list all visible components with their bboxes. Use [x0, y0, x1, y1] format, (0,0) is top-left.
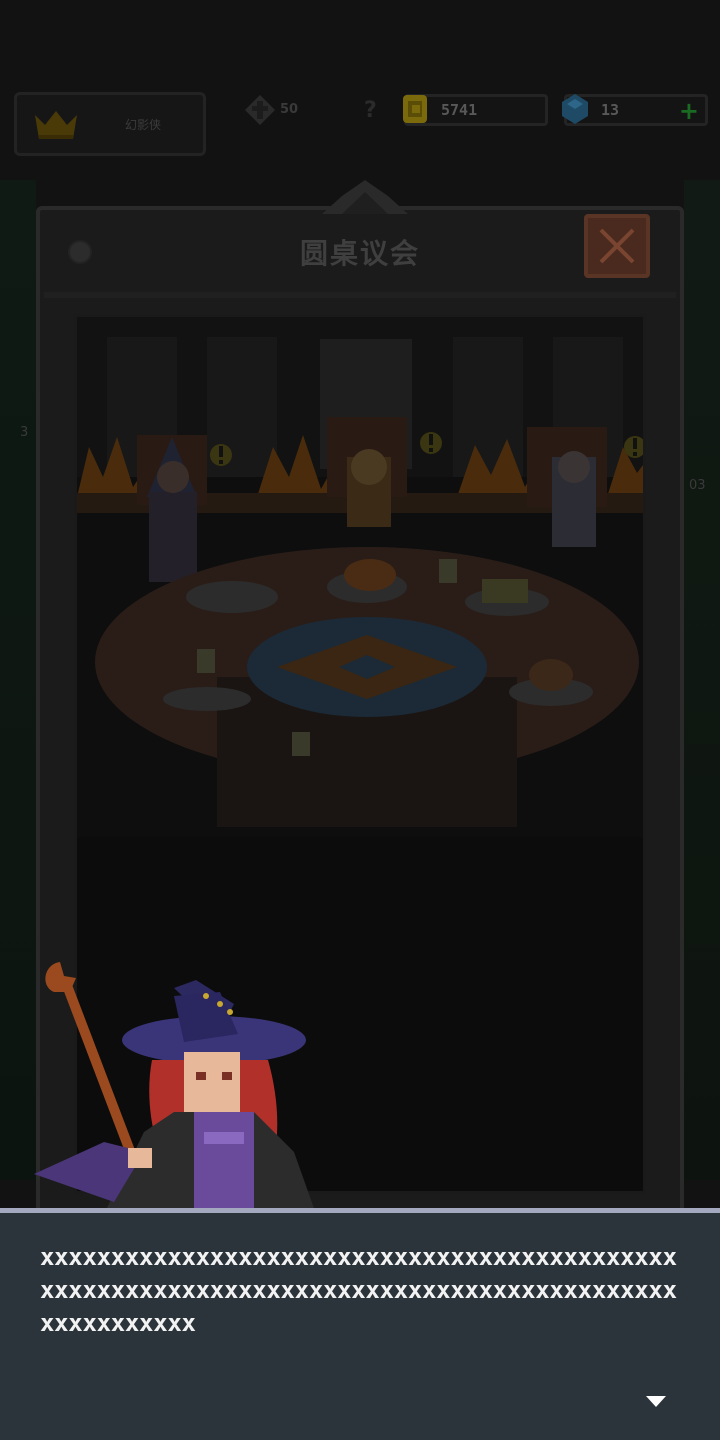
exclamation-icon: [210, 444, 232, 466]
dialog-box[interactable]: xxxxxxxxxxxxxxxxxxxxxxxxxxxxxxxxxxxxxxxx…: [0, 1208, 720, 1440]
witch-portrait: [34, 962, 316, 1214]
gem-counter[interactable]: 13 +: [562, 94, 708, 126]
gold-value: 5741: [441, 101, 478, 119]
gem-value: 13: [601, 101, 620, 119]
exclamation-icon: [624, 436, 643, 458]
player-badge[interactable]: 幻影侠: [14, 92, 206, 156]
right-side-panel: [684, 180, 720, 1180]
modal-divider: [44, 292, 676, 298]
power-indicator[interactable]: 50 ?: [244, 94, 394, 134]
player-name: 幻影侠: [125, 118, 162, 132]
top-bar: 幻影侠 50 ? 5741 13 +: [0, 88, 720, 156]
gold-counter[interactable]: 5741: [403, 94, 548, 126]
help-icon[interactable]: ?: [364, 98, 386, 124]
side-mark: 03: [689, 478, 706, 493]
dialog-text: xxxxxxxxxxxxxxxxxxxxxxxxxxxxxxxxxxxxxxxx…: [40, 1243, 677, 1337]
modal-crest: [322, 180, 408, 214]
chevron-down-icon[interactable]: [645, 1393, 667, 1409]
close-icon: [599, 228, 635, 264]
power-icon: [245, 95, 275, 125]
close-button[interactable]: [584, 214, 650, 278]
power-value: 50: [280, 102, 299, 117]
crown-icon: [35, 111, 77, 139]
gold-coin-icon: [403, 95, 427, 123]
gem-icon: [562, 94, 588, 124]
side-mark: 3: [20, 425, 29, 440]
add-gems-button[interactable]: +: [679, 97, 699, 125]
exclamation-icon: [420, 432, 442, 454]
